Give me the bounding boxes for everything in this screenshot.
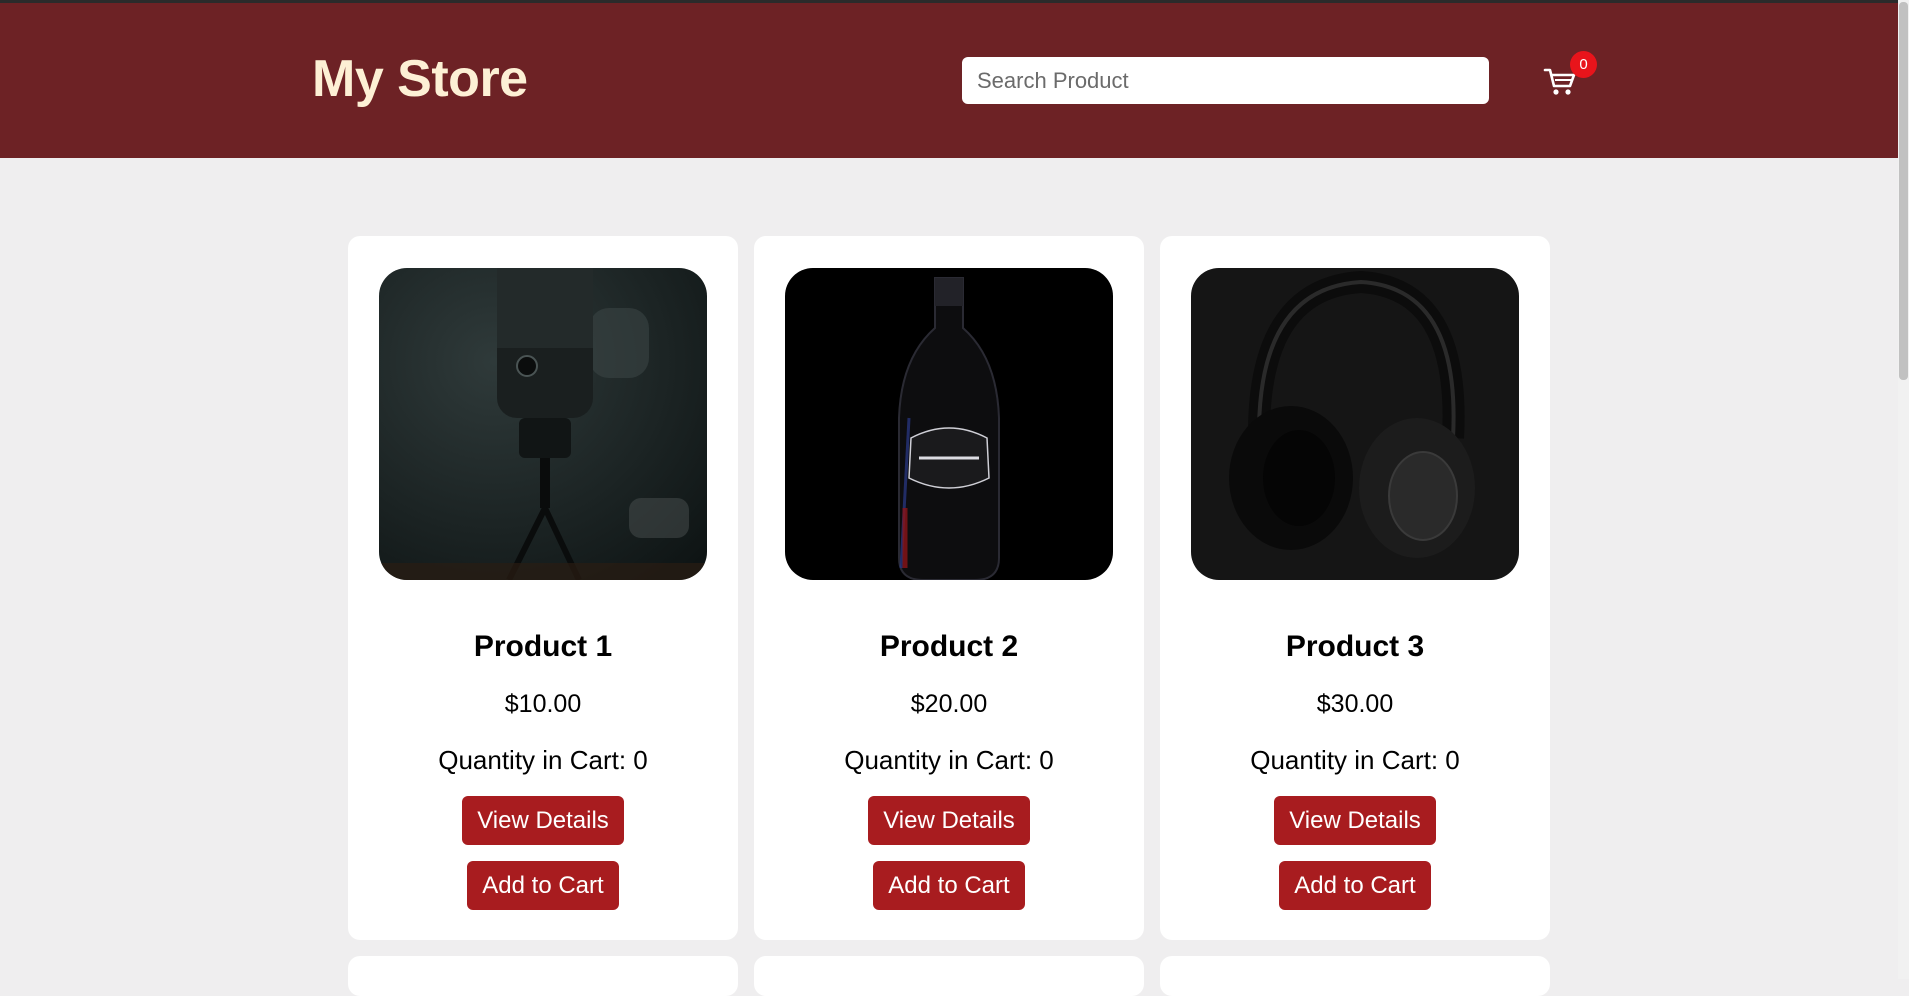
- product-image-rum-bottle: [785, 268, 1113, 580]
- product-card: [1160, 956, 1550, 996]
- quantity-in-cart: Quantity in Cart: 0: [438, 745, 648, 775]
- add-to-cart-button[interactable]: Add to Cart: [873, 861, 1025, 910]
- site-header: My Store 0: [0, 3, 1898, 158]
- add-to-cart-button[interactable]: Add to Cart: [1279, 861, 1431, 910]
- product-price: $20.00: [910, 690, 988, 718]
- product-price: $10.00: [504, 690, 582, 718]
- product-card: Product 3 $30.00 Quantity in Cart: 0 Vie…: [1160, 236, 1550, 940]
- view-details-button[interactable]: View Details: [868, 796, 1030, 845]
- product-card: [348, 956, 738, 996]
- product-name: Product 3: [1285, 630, 1425, 663]
- product-card: Product 2 $20.00 Quantity in Cart: 0 Vie…: [754, 236, 1144, 940]
- product-price: $30.00: [1316, 690, 1394, 718]
- cart-count-badge: 0: [1570, 51, 1597, 78]
- product-name: Product 1: [473, 630, 613, 663]
- view-details-button[interactable]: View Details: [1274, 796, 1436, 845]
- scrollbar-thumb[interactable]: [1899, 2, 1908, 380]
- product-grid: Product 1 $10.00 Quantity in Cart: 0 Vie…: [348, 236, 1550, 996]
- page-scrollbar[interactable]: [1898, 0, 1909, 979]
- product-image-microphone: [379, 268, 707, 580]
- product-name: Product 2: [879, 630, 1019, 663]
- product-card: [754, 956, 1144, 996]
- view-details-button[interactable]: View Details: [462, 796, 624, 845]
- search-input[interactable]: [962, 57, 1489, 104]
- product-image-headphones: [1191, 268, 1519, 580]
- product-card: Product 1 $10.00 Quantity in Cart: 0 Vie…: [348, 236, 738, 940]
- add-to-cart-button[interactable]: Add to Cart: [467, 861, 619, 910]
- quantity-in-cart: Quantity in Cart: 0: [844, 745, 1054, 775]
- quantity-in-cart: Quantity in Cart: 0: [1250, 745, 1460, 775]
- store-title: My Store: [312, 50, 528, 108]
